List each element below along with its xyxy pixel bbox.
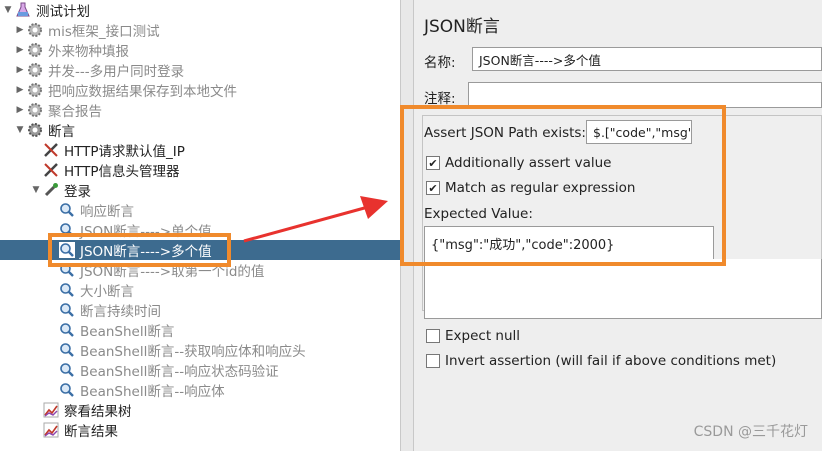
annotation-arrow-icon	[243, 196, 388, 243]
watermark: CSDN @三千花灯	[693, 424, 808, 440]
